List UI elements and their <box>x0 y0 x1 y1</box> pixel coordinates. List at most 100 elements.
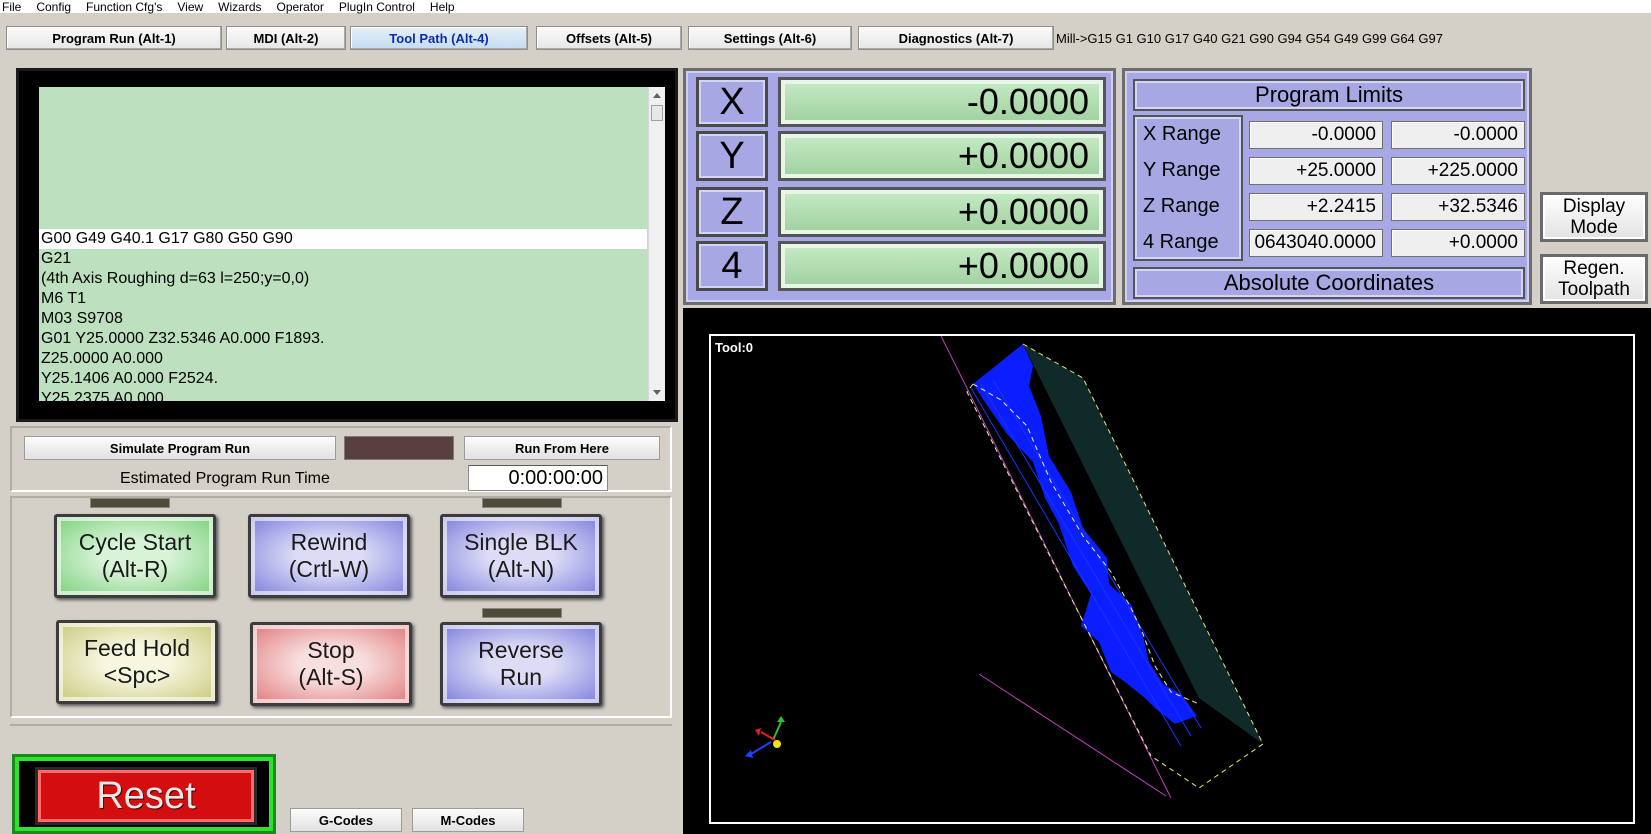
gcode-line[interactable]: Y25.2375 A0.000 <box>39 389 647 401</box>
reverse-run-label-1: Reverse <box>478 637 564 663</box>
y-range-max: +225.0000 <box>1391 157 1525 185</box>
tool-number-label: Tool:0 <box>715 340 754 355</box>
stop-hotkey: (Alt-S) <box>298 664 364 690</box>
gcode-line-current[interactable]: G00 G49 G40.1 G17 G80 G50 G90 <box>39 229 647 249</box>
regen-toolpath-label-1: Regen. <box>1563 258 1625 279</box>
menu-wizards[interactable]: Wizards <box>212 1 270 13</box>
gcode-line[interactable]: (4th Axis Roughing d=63 l=250;y=0,0) <box>39 269 647 289</box>
reset-frame: Reset <box>12 754 276 834</box>
menu-config[interactable]: Config <box>30 1 80 13</box>
feed-hold-button[interactable]: Feed Hold <Spc> <box>56 620 218 704</box>
display-mode-label-1: Display <box>1562 196 1626 217</box>
cycle-start-led <box>90 498 170 508</box>
gcode-line[interactable]: Z25.0000 A0.000 <box>39 349 647 369</box>
z-range-max: +32.5346 <box>1391 193 1525 221</box>
gcode-line[interactable]: G21 <box>39 249 647 269</box>
axis-gizmo-icon <box>745 716 785 758</box>
program-limits-panel: Program Limits X Range Y Range Z Range 4… <box>1122 68 1532 305</box>
single-blk-button[interactable]: Single BLK (Alt-N) <box>440 514 602 598</box>
toolpath-view[interactable]: Tool:0 <box>709 334 1635 824</box>
toolpath-graphic <box>745 336 1264 799</box>
z-range-label: Z Range <box>1143 195 1220 217</box>
gcode-line[interactable]: Y25.1406 A0.000 F2524. <box>39 369 647 389</box>
reverse-run-button[interactable]: Reverse Run <box>440 622 602 706</box>
dro-4-axis-label[interactable]: 4 <box>696 241 768 291</box>
simulate-led <box>344 436 454 460</box>
stop-label: Stop <box>307 637 355 663</box>
reset-button[interactable]: Reset <box>35 767 257 825</box>
gcode-line[interactable]: M03 S9708 <box>39 309 647 329</box>
display-mode-button[interactable]: Display Mode <box>1540 192 1648 242</box>
toolpath-frame: Tool:0 <box>683 308 1651 834</box>
modal-state-line: Mill->G15 G1 G10 G17 G40 G21 G90 G94 G54… <box>1056 31 1443 46</box>
menu-plugin-control[interactable]: PlugIn Control <box>333 1 424 13</box>
tab-tool-path[interactable]: Tool Path (Alt-4) <box>350 26 528 50</box>
tab-offsets[interactable]: Offsets (Alt-5) <box>536 26 682 50</box>
rewind-label: Rewind <box>290 529 368 555</box>
rewind-hotkey: (Crtl-W) <box>288 556 370 582</box>
g-codes-button[interactable]: G-Codes <box>290 808 402 832</box>
tab-settings[interactable]: Settings (Alt-6) <box>688 26 852 50</box>
gcode-lines: G00 G49 G40.1 G17 G80 G50 G90 G21 (4th A… <box>39 229 647 401</box>
program-limits-title: Program Limits <box>1133 79 1525 111</box>
tab-program-run[interactable]: Program Run (Alt-1) <box>6 26 222 50</box>
4-range-label: 4 Range <box>1143 231 1219 253</box>
single-blk-hotkey: (Alt-N) <box>487 556 555 582</box>
menu-help[interactable]: Help <box>424 1 464 13</box>
y-range-label: Y Range <box>1143 159 1221 181</box>
simulate-panel: Simulate Program Run Run From Here Estim… <box>10 426 672 492</box>
x-range-min: -0.0000 <box>1249 121 1383 149</box>
menu-bar: File Config Function Cfg's View Wizards … <box>0 0 1651 13</box>
rewind-button[interactable]: Rewind (Crtl-W) <box>248 514 410 598</box>
single-blk-label: Single BLK <box>464 529 578 555</box>
cycle-start-hotkey: (Alt-R) <box>101 556 169 582</box>
menu-function-cfgs[interactable]: Function Cfg's <box>80 1 171 13</box>
scroll-down-icon[interactable] <box>653 390 661 395</box>
menu-file[interactable]: File <box>0 1 30 13</box>
scroll-up-icon[interactable] <box>653 93 661 98</box>
dro-z-axis-label[interactable]: Z <box>696 187 768 237</box>
dro-y-axis-label[interactable]: Y <box>696 131 768 181</box>
stock-outline-2 <box>966 383 1152 757</box>
single-blk-led <box>482 498 562 508</box>
gcode-line[interactable]: G01 Y25.0000 Z32.5346 A0.000 F1893. <box>39 329 647 349</box>
scroll-thumb[interactable] <box>651 105 663 121</box>
absolute-coordinates-label[interactable]: Absolute Coordinates <box>1133 267 1525 299</box>
gcode-scrollbar[interactable] <box>648 87 665 401</box>
tab-mdi[interactable]: MDI (Alt-2) <box>226 26 346 50</box>
y-range-min: +25.0000 <box>1249 157 1383 185</box>
dro-panel: X -0.0000 Y +0.0000 Z +0.0000 4 +0.0000 <box>683 68 1116 305</box>
x-range-label: X Range <box>1143 123 1221 145</box>
menu-operator[interactable]: Operator <box>271 1 333 13</box>
menu-view[interactable]: View <box>171 1 212 13</box>
cycle-start-label: Cycle Start <box>78 529 192 555</box>
cycle-start-button[interactable]: Cycle Start (Alt-R) <box>54 514 216 598</box>
gcode-listing[interactable]: G00 G49 G40.1 G17 G80 G50 G90 G21 (4th A… <box>39 87 665 401</box>
4-range-max: +0.0000 <box>1391 229 1525 257</box>
simulate-program-run-button[interactable]: Simulate Program Run <box>24 436 336 460</box>
dro-z-value[interactable]: +0.0000 <box>778 187 1106 237</box>
z-range-min: +2.2415 <box>1249 193 1383 221</box>
dro-x-value[interactable]: -0.0000 <box>778 77 1106 127</box>
4-range-min: 0643040.0000 <box>1249 229 1383 257</box>
gcode-line[interactable]: M6 T1 <box>39 289 647 309</box>
x-range-max: -0.0000 <box>1391 121 1525 149</box>
feed-hold-hotkey: <Spc> <box>103 662 171 688</box>
reverse-run-led <box>482 608 562 618</box>
control-panel: Cycle Start (Alt-R) Rewind (Crtl-W) Sing… <box>10 496 672 718</box>
range-labels: X Range Y Range Z Range 4 Range <box>1133 115 1243 261</box>
dro-4-value[interactable]: +0.0000 <box>778 241 1106 291</box>
stop-button[interactable]: Stop (Alt-S) <box>250 622 412 706</box>
tab-diagnostics[interactable]: Diagnostics (Alt-7) <box>858 26 1054 50</box>
estimated-run-time-value: 0:00:00:00 <box>468 465 608 491</box>
regen-toolpath-label-2: Toolpath <box>1558 279 1630 300</box>
estimated-run-time-label: Estimated Program Run Time <box>120 470 330 487</box>
run-from-here-button[interactable]: Run From Here <box>464 436 660 460</box>
feed-hold-label: Feed Hold <box>83 635 191 661</box>
gcode-panel: G00 G49 G40.1 G17 G80 G50 G90 G21 (4th A… <box>16 68 678 422</box>
dro-x-axis-label[interactable]: X <box>696 77 768 127</box>
display-mode-label-2: Mode <box>1570 217 1618 238</box>
m-codes-button[interactable]: M-Codes <box>412 808 524 832</box>
dro-y-value[interactable]: +0.0000 <box>778 131 1106 181</box>
regen-toolpath-button[interactable]: Regen. Toolpath <box>1540 254 1648 304</box>
